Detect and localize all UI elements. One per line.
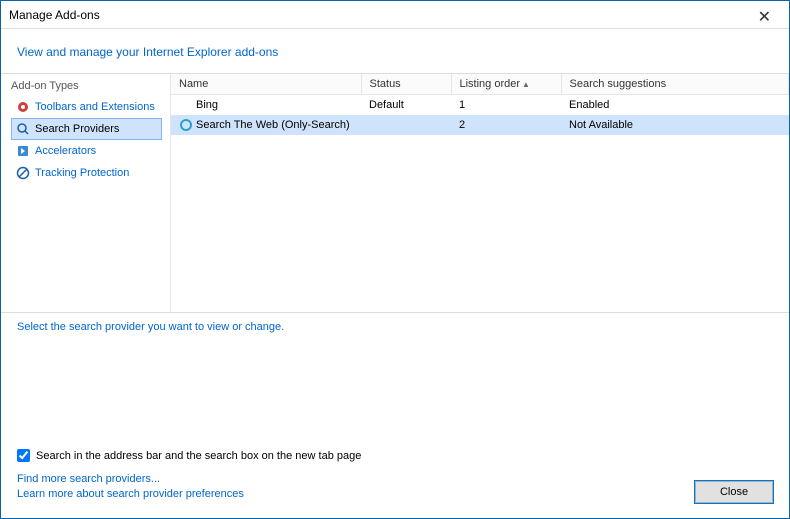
- footer-left: Search in the address bar and the search…: [17, 449, 361, 503]
- manage-addons-link[interactable]: View and manage your Internet Explorer a…: [17, 45, 278, 59]
- col-status-label: Status: [370, 78, 401, 90]
- bing-icon: [179, 98, 193, 112]
- titlebar: Manage Add-ons ✕: [1, 1, 789, 29]
- sidebar: Add-on Types Toolbars and Extensions Sea…: [1, 74, 171, 312]
- sidebar-item-label: Search Providers: [35, 123, 119, 135]
- cell-order: 1: [451, 95, 561, 116]
- sort-asc-icon: ▲: [522, 80, 530, 89]
- provider-name: Bing: [196, 99, 218, 111]
- col-suggestions-label: Search suggestions: [570, 78, 667, 90]
- cell-name: Search The Web (Only-Search): [171, 115, 361, 135]
- content-pane: Name Status Listing order▲ Search sugges…: [171, 74, 789, 312]
- footer-right: Close: [695, 481, 773, 503]
- address-bar-checkbox[interactable]: [17, 449, 30, 462]
- cell-name: Bing: [171, 95, 361, 116]
- cell-suggestions: Not Available: [561, 115, 789, 135]
- provider-name: Search The Web (Only-Search): [196, 119, 350, 131]
- accelerator-icon: [16, 144, 30, 158]
- checkbox-label: Search in the address bar and the search…: [36, 450, 361, 462]
- cell-order: 2: [451, 115, 561, 135]
- tracking-icon: [16, 166, 30, 180]
- info-prompt: Select the search provider you want to v…: [17, 321, 773, 333]
- col-name[interactable]: Name: [171, 74, 361, 95]
- subheader: View and manage your Internet Explorer a…: [1, 29, 789, 73]
- cell-suggestions: Enabled: [561, 95, 789, 116]
- providers-table: Name Status Listing order▲ Search sugges…: [171, 74, 789, 135]
- col-suggestions[interactable]: Search suggestions: [561, 74, 789, 95]
- sidebar-list: Toolbars and Extensions Search Providers…: [11, 96, 162, 184]
- col-order[interactable]: Listing order▲: [451, 74, 561, 95]
- cell-status: Default: [361, 95, 451, 116]
- info-area: Select the search provider you want to v…: [1, 313, 789, 443]
- window-title: Manage Add-ons: [9, 8, 100, 22]
- sidebar-heading: Add-on Types: [11, 80, 162, 92]
- find-providers-link[interactable]: Find more search providers...: [17, 472, 361, 487]
- search-icon: [16, 122, 30, 136]
- table-row[interactable]: Bing Default 1 Enabled: [171, 95, 789, 116]
- sidebar-item-label: Toolbars and Extensions: [35, 101, 155, 113]
- col-status[interactable]: Status: [361, 74, 451, 95]
- col-order-label: Listing order: [460, 78, 521, 90]
- extensions-icon: [16, 100, 30, 114]
- footer: Search in the address bar and the search…: [1, 443, 789, 513]
- cell-status: [361, 115, 451, 135]
- table-row[interactable]: Search The Web (Only-Search) 2 Not Avail…: [171, 115, 789, 135]
- ring-icon: [179, 118, 193, 132]
- sidebar-item-search-providers[interactable]: Search Providers: [11, 118, 162, 140]
- sidebar-item-label: Accelerators: [35, 145, 96, 157]
- sidebar-item-toolbars[interactable]: Toolbars and Extensions: [11, 96, 162, 118]
- learn-more-link[interactable]: Learn more about search provider prefere…: [17, 487, 361, 502]
- sidebar-item-accelerators[interactable]: Accelerators: [11, 140, 162, 162]
- close-button[interactable]: Close: [695, 481, 773, 503]
- main-area: Add-on Types Toolbars and Extensions Sea…: [1, 73, 789, 313]
- sidebar-item-label: Tracking Protection: [35, 167, 129, 179]
- sidebar-item-tracking[interactable]: Tracking Protection: [11, 162, 162, 184]
- close-icon[interactable]: ✕: [750, 5, 779, 29]
- col-name-label: Name: [179, 78, 208, 90]
- address-bar-checkbox-row[interactable]: Search in the address bar and the search…: [17, 449, 361, 462]
